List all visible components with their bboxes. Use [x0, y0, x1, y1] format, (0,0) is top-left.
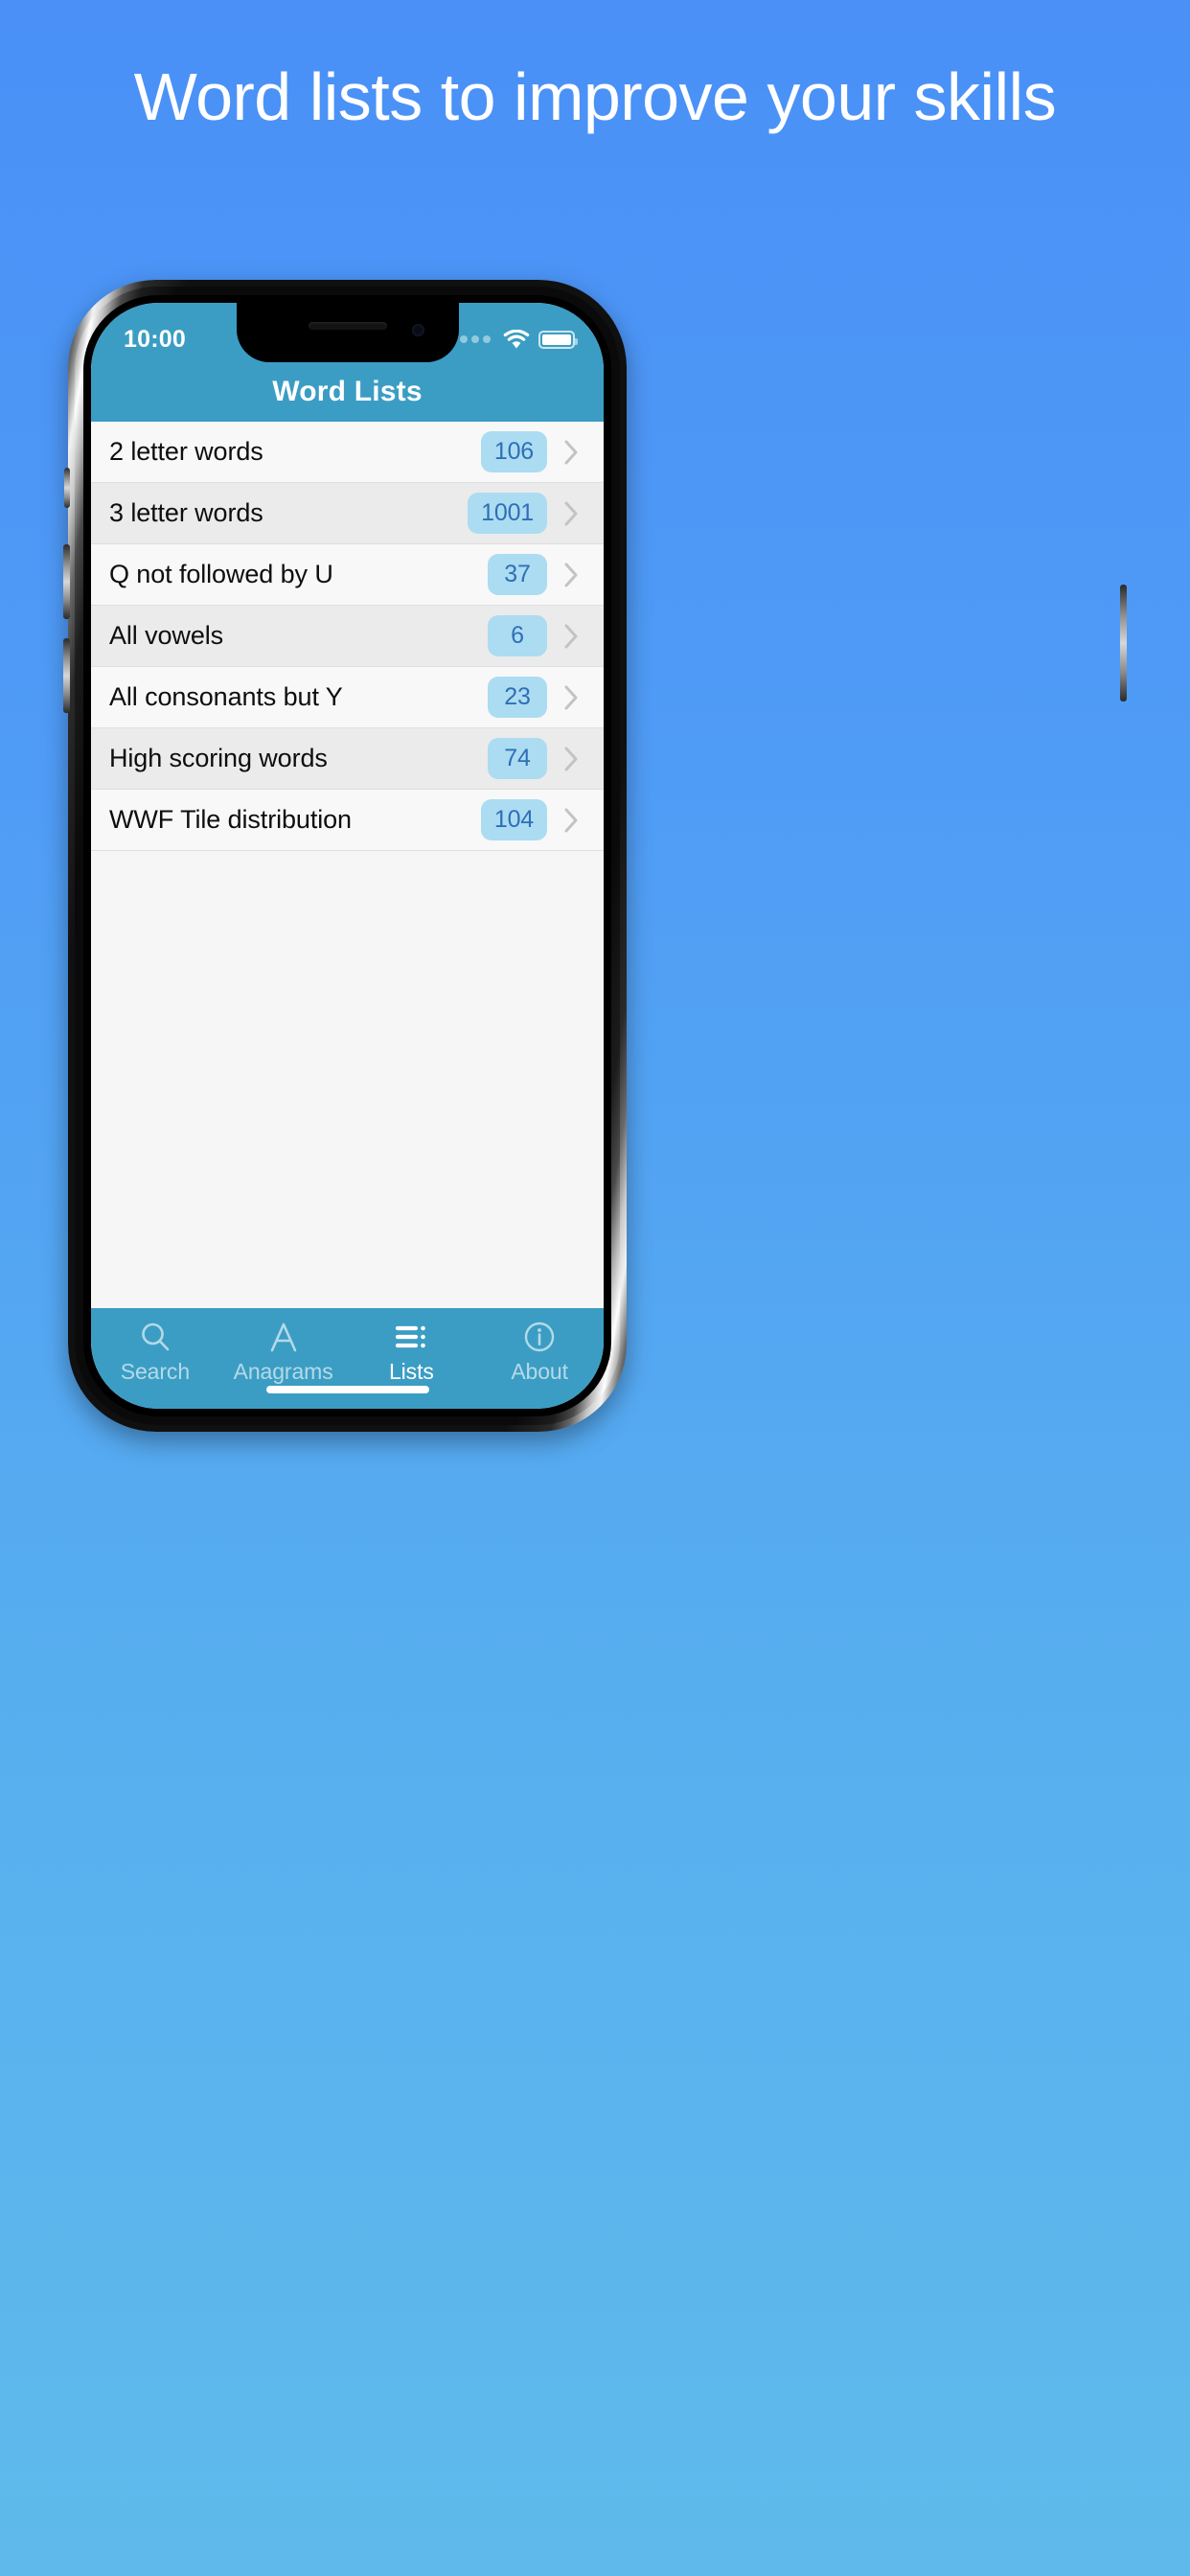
page-title: Word lists to improve your skills: [133, 59, 1057, 134]
tab-label: Anagrams: [233, 1359, 333, 1384]
info-circle-icon: [523, 1319, 556, 1355]
chevron-right-icon: [558, 684, 584, 711]
chevron-right-icon: [558, 439, 584, 466]
tab-bar: Search Anagrams Lists About: [91, 1308, 604, 1409]
nav-bar-title: Word Lists: [272, 376, 423, 407]
list-empty-area: [91, 1112, 604, 1308]
table-row[interactable]: 2 letter words 106: [91, 422, 604, 483]
row-count-badge: 104: [480, 799, 547, 840]
row-count-badge: 6: [488, 615, 547, 656]
table-row[interactable]: All vowels 6: [91, 606, 604, 667]
earpiece-speaker-icon: [308, 322, 387, 330]
tab-lists[interactable]: Lists: [348, 1319, 476, 1385]
word-lists-table[interactable]: 2 letter words 106 3 letter words 1001 Q…: [91, 422, 604, 1112]
battery-full-icon: [538, 330, 578, 349]
phone-screen: 10:00 Word Lists 2 letter words 106 3 le…: [91, 303, 604, 1409]
row-label: All consonants but Y: [109, 682, 343, 711]
home-indicator[interactable]: [265, 1386, 429, 1393]
status-icons: [448, 329, 578, 350]
table-row[interactable]: High scoring words 74: [91, 728, 604, 790]
list-lines-icon: [395, 1319, 427, 1355]
chevron-right-icon: [558, 623, 584, 650]
chevron-right-icon: [558, 807, 584, 834]
table-row[interactable]: All consonants but Y 23: [91, 667, 604, 728]
volume-down-button[interactable]: [63, 638, 70, 713]
row-label: Q not followed by U: [109, 560, 333, 588]
front-camera-icon: [411, 324, 424, 336]
row-label: 3 letter words: [109, 498, 263, 527]
letter-a-icon: [267, 1319, 300, 1355]
chevron-right-icon: [558, 746, 584, 772]
chevron-right-icon: [558, 562, 584, 588]
table-row[interactable]: 3 letter words 1001: [91, 483, 604, 544]
mute-switch[interactable]: [64, 468, 70, 508]
status-time: 10:00: [124, 325, 186, 353]
row-count-badge: 37: [488, 554, 547, 595]
row-label: All vowels: [109, 621, 224, 650]
phone-mockup: 10:00 Word Lists 2 letter words 106 3 le…: [63, 280, 1127, 1441]
row-label: 2 letter words: [109, 437, 263, 466]
chevron-right-icon: [558, 500, 584, 527]
nav-bar: Word Lists: [91, 362, 604, 422]
tab-anagrams[interactable]: Anagrams: [219, 1319, 348, 1385]
row-count-badge: 23: [488, 677, 547, 718]
display-notch: [236, 303, 459, 362]
row-label: High scoring words: [109, 744, 328, 772]
magnifier-icon: [139, 1319, 172, 1355]
wifi-icon: [503, 329, 530, 350]
row-label: WWF Tile distribution: [109, 805, 352, 834]
tab-label: Search: [120, 1359, 191, 1384]
row-count-badge: 1001: [468, 493, 547, 534]
table-row[interactable]: WWF Tile distribution 104: [91, 790, 604, 851]
tab-about[interactable]: About: [475, 1319, 604, 1385]
volume-up-button[interactable]: [63, 544, 70, 619]
tab-search[interactable]: Search: [91, 1319, 219, 1385]
tab-label: About: [511, 1359, 568, 1384]
tab-label: Lists: [388, 1359, 434, 1384]
row-count-badge: 106: [480, 431, 547, 472]
row-count-badge: 74: [488, 738, 547, 779]
power-button[interactable]: [1120, 585, 1127, 702]
table-row[interactable]: Q not followed by U 37: [91, 544, 604, 606]
